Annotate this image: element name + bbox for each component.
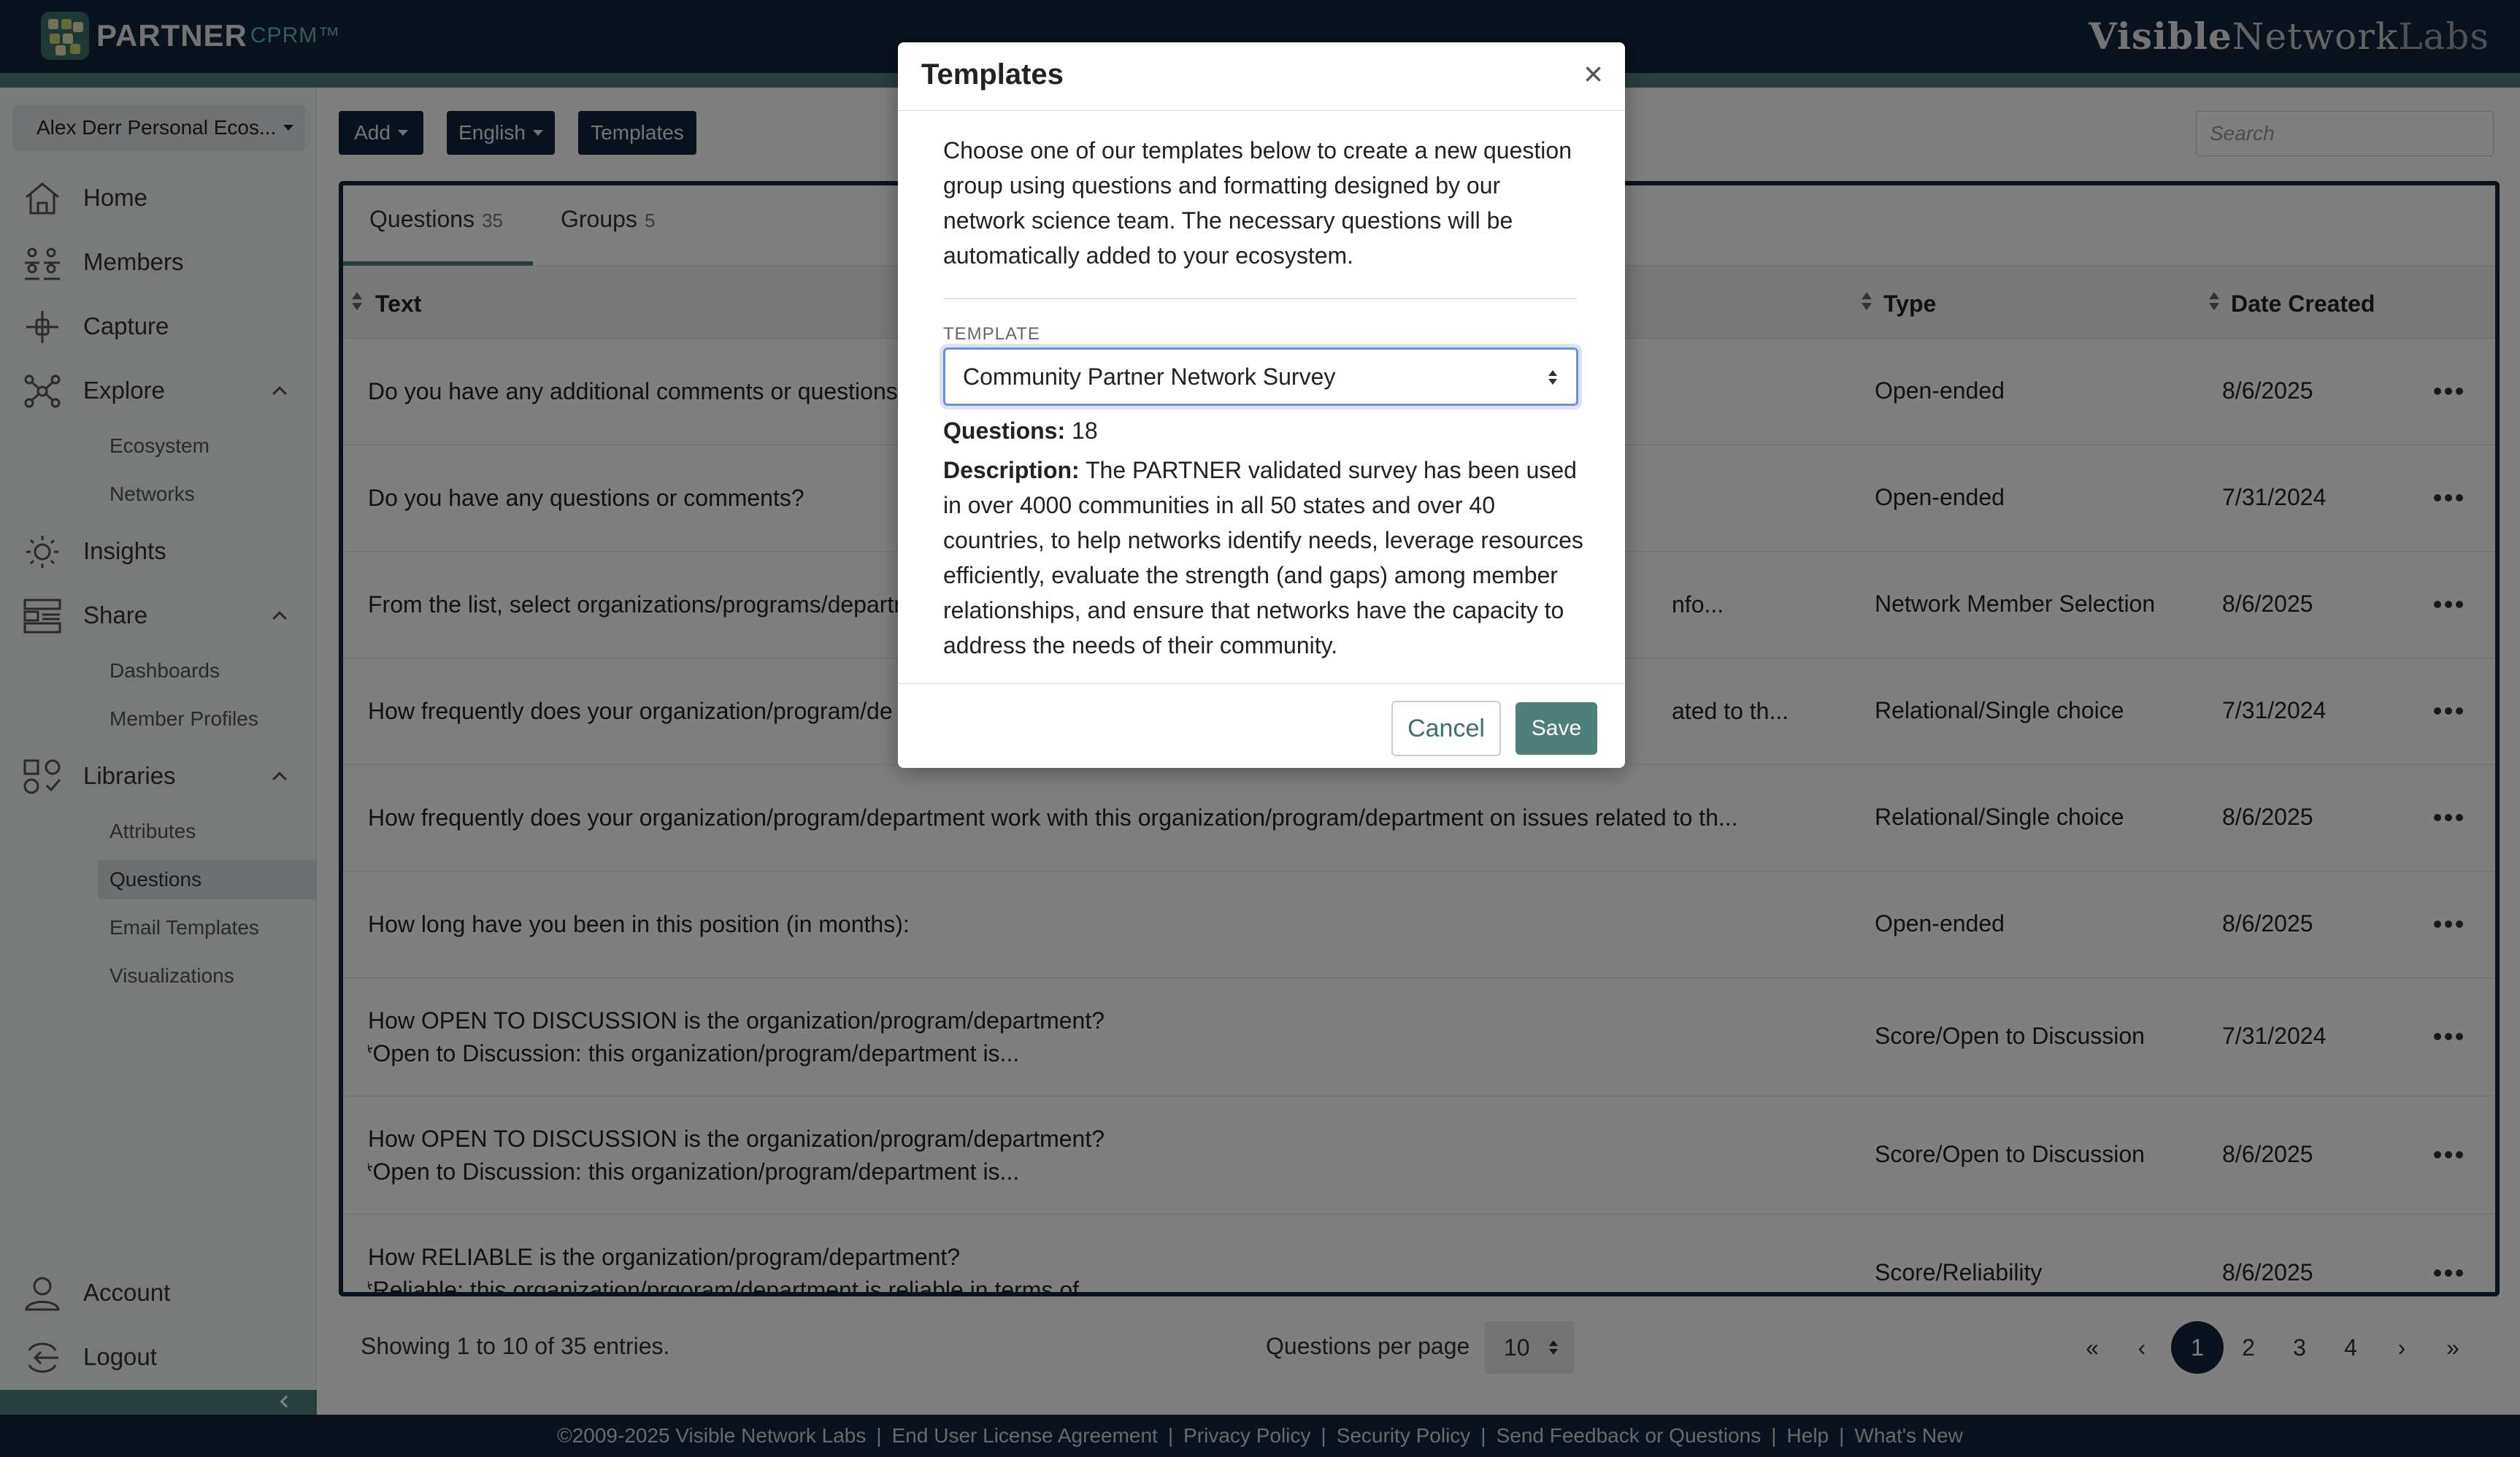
template-select[interactable]: Community Partner Network Survey: [943, 347, 1578, 406]
templates-modal: Templates × Choose one of our templates …: [898, 42, 1625, 768]
divider: [943, 298, 1577, 299]
modal-title: Templates: [921, 58, 1064, 91]
template-question-count: Questions: 18: [943, 418, 1098, 444]
select-arrows-icon: [1548, 370, 1557, 385]
divider: [898, 683, 1625, 684]
modal-intro-text: Choose one of our templates below to cre…: [943, 137, 1572, 269]
template-description: Description: The PARTNER validated surve…: [943, 457, 1583, 658]
close-icon[interactable]: ×: [1583, 54, 1603, 93]
save-button[interactable]: Save: [1516, 702, 1597, 755]
modal-header: Templates ×: [898, 42, 1625, 111]
template-field-label: TEMPLATE: [943, 324, 1040, 344]
cancel-button[interactable]: Cancel: [1391, 701, 1501, 756]
